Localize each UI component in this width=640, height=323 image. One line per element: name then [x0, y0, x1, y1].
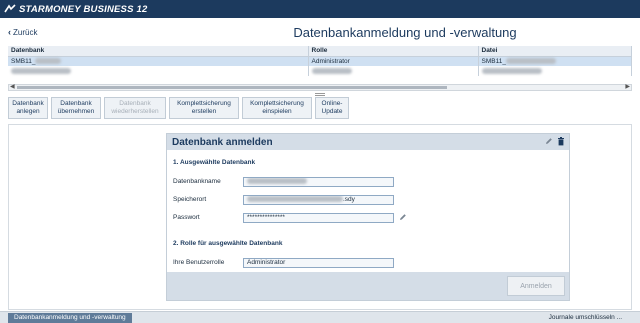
cell-role: [308, 66, 479, 76]
pencil-icon[interactable]: [399, 213, 407, 221]
adopt-database-button[interactable]: Datenbank übernehmen: [51, 97, 101, 119]
title-bar: STARMONEY BUSINESS 12: [0, 0, 640, 18]
password-field[interactable]: ***************: [243, 213, 394, 223]
section-selected-database: 1. Ausgewählte Datenbank: [173, 159, 256, 166]
column-header-role[interactable]: Rolle: [308, 46, 479, 57]
redacted-text: [247, 196, 343, 203]
page-title-text: Datenbankanmeldung und -verwaltung: [293, 25, 517, 40]
cell-database: [8, 66, 309, 76]
scroll-left-icon[interactable]: ◀: [10, 83, 15, 90]
app-brand: STARMONEY BUSINESS 12: [19, 3, 148, 15]
status-message[interactable]: Journale umschlüsseln ...: [549, 314, 622, 321]
label-location: Speicherort: [173, 196, 207, 203]
table-row[interactable]: SMB11_ Administrator SMB11_: [8, 56, 632, 66]
file-name: SMB11_: [481, 57, 506, 65]
column-header-file[interactable]: Datei: [478, 46, 632, 57]
horizontal-scrollbar[interactable]: ◀ ▶: [8, 84, 632, 91]
cell-file: SMB11_: [478, 56, 632, 66]
restore-backup-button[interactable]: Komplettsicherung einspielen: [242, 97, 312, 119]
redacted-text: [247, 178, 307, 185]
status-tab[interactable]: Datenbankanmeldung und -verwaltung: [8, 313, 132, 323]
column-header-database[interactable]: Datenbank: [8, 46, 309, 57]
page-title: Datenbankanmeldung und -verwaltung: [0, 25, 640, 40]
panel-header: Datenbank anmelden: [167, 134, 569, 150]
login-button[interactable]: Anmelden: [507, 276, 565, 296]
label-database-name: Datenbankname: [173, 178, 221, 185]
create-backup-button[interactable]: Komplettsicherung erstellen: [169, 97, 239, 119]
database-table: Datenbank Rolle Datei SMB11_ Administrat…: [8, 46, 632, 86]
table-row[interactable]: [8, 66, 632, 76]
redacted-text: [505, 58, 556, 65]
database-name: SMB11_: [11, 57, 36, 65]
restore-database-button[interactable]: Datenbank wiederherstellen: [104, 97, 166, 119]
status-bar: Datenbankanmeldung und -verwaltung Journ…: [0, 311, 640, 323]
label-password: Passwort: [173, 214, 200, 221]
location-field[interactable]: .sdy: [243, 195, 394, 205]
online-update-button[interactable]: Online- Update: [315, 97, 349, 119]
cell-database: SMB11_: [8, 56, 309, 66]
starmoney-logo-icon: [4, 4, 16, 13]
redacted-text: [481, 67, 542, 74]
scrollbar-thumb[interactable]: [17, 86, 447, 89]
label-user-role: Ihre Benutzerrolle: [173, 259, 225, 266]
redacted-text: [311, 67, 352, 74]
toolbar: Datenbank anlegen Datenbank übernehmen D…: [8, 97, 349, 119]
cell-file: [478, 66, 632, 76]
login-panel: Datenbank anmelden 1. Ausgewählte Datenb…: [166, 133, 570, 301]
panel-footer: Anmelden: [167, 272, 569, 300]
create-database-button[interactable]: Datenbank anlegen: [8, 97, 48, 119]
redacted-text: [11, 67, 71, 74]
database-name-field[interactable]: [243, 177, 394, 187]
scroll-right-icon[interactable]: ▶: [625, 83, 630, 90]
top-bar: ‹ Zurück Datenbankanmeldung und -verwalt…: [0, 18, 640, 46]
user-role-field[interactable]: Administrator: [243, 258, 394, 268]
trash-icon[interactable]: [557, 137, 565, 146]
redacted-text: [35, 58, 62, 65]
location-suffix: .sdy: [343, 196, 355, 203]
cell-role: Administrator: [308, 56, 479, 66]
section-role: 2. Rolle für ausgewählte Datenbank: [173, 240, 283, 247]
panel-title: Datenbank anmelden: [172, 136, 273, 148]
pencil-icon[interactable]: [545, 137, 553, 145]
splitter-handle[interactable]: [315, 93, 325, 96]
